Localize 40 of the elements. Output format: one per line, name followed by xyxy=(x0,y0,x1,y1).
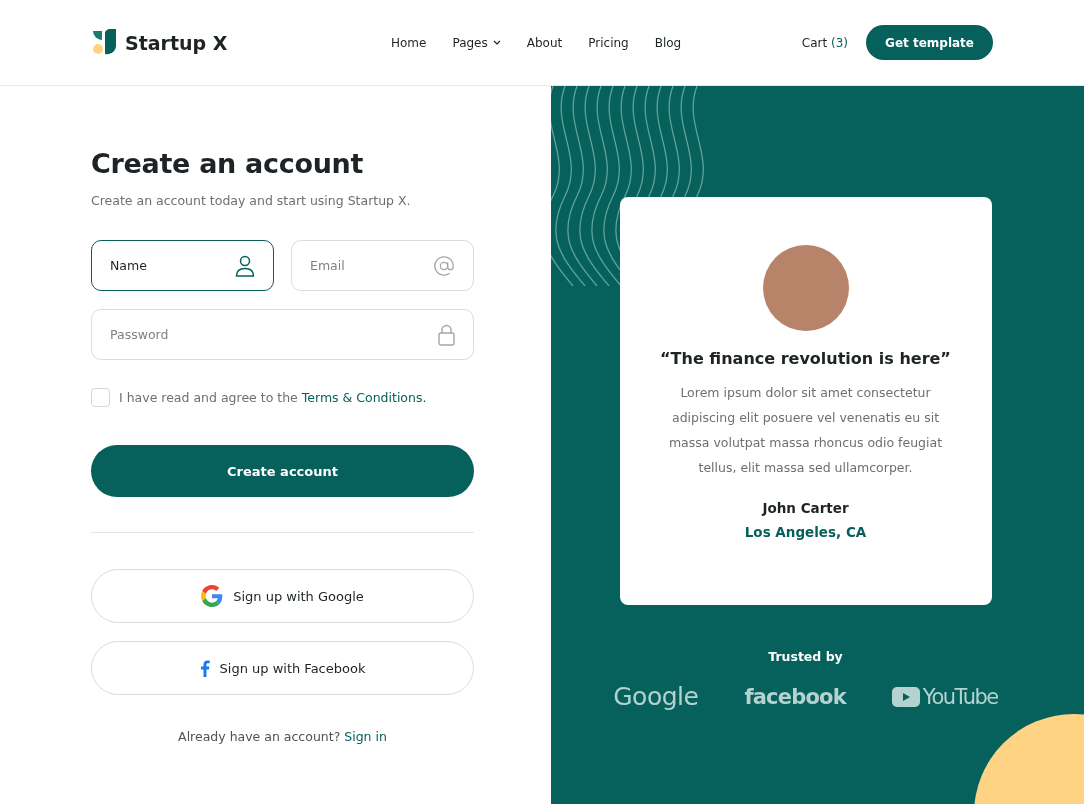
partner-logo: facebook xyxy=(744,684,846,709)
get-template-button[interactable]: Get template xyxy=(866,25,993,60)
testimonial-body: Lorem ipsum dolor sit amet consectetur adipiscing elit posuere vel venenatis eu sit massa volutpat massa rhoncus odio feugiat tellus, elit massa sed ullamcorper. xyxy=(667,384,944,477)
chevron-down-icon xyxy=(492,40,501,45)
partner-logo: Google xyxy=(613,682,699,711)
play-icon xyxy=(891,686,920,707)
sign-in-link[interactable]: Sign in xyxy=(344,729,387,744)
terms-checkbox[interactable] xyxy=(91,388,110,407)
password-input[interactable]: Password xyxy=(110,327,430,342)
author-location: Los Angeles, CA xyxy=(744,524,867,540)
partner-logo: YouTube xyxy=(891,684,998,709)
leaf-logo-icon xyxy=(91,29,117,56)
cart-link[interactable]: Cart (3) xyxy=(801,35,849,50)
google-signup-button[interactable]: Sign up with Google xyxy=(91,569,474,623)
terms-link[interactable]: Terms & Conditions. xyxy=(301,390,427,405)
lock-icon xyxy=(438,323,455,346)
nav-link[interactable]: About xyxy=(526,35,563,50)
email-input[interactable]: Email xyxy=(310,258,425,273)
sign-in-prompt: Already have an account? Sign in xyxy=(177,729,388,744)
password-field[interactable]: Password xyxy=(91,309,474,360)
testimonial-quote: “The finance revolution is here” xyxy=(660,349,951,368)
name-field[interactable]: Name xyxy=(91,240,274,291)
page-title: Create an account xyxy=(91,148,365,179)
nav-link[interactable]: Home xyxy=(391,35,427,50)
name-input[interactable]: Name xyxy=(110,258,227,273)
trusted-by-label: Trusted by xyxy=(768,649,843,664)
facebook-icon xyxy=(199,659,210,677)
google-icon xyxy=(201,585,224,607)
facebook-signup-button[interactable]: Sign up with Facebook xyxy=(91,641,474,695)
person-icon xyxy=(235,254,255,277)
brand-name: Startup X xyxy=(125,31,228,54)
create-account-button[interactable]: Create account xyxy=(91,445,474,497)
email-field[interactable]: Email xyxy=(291,240,474,291)
at-sign-icon xyxy=(433,254,455,277)
nav-link[interactable]: Blog xyxy=(654,35,682,50)
subtitle: Create an account today and start using Startup X. xyxy=(91,193,412,208)
nav-link[interactable]: Pricing xyxy=(588,35,629,50)
author-name: John Carter xyxy=(762,500,849,516)
terms-text: I have read and agree to the Terms & Conditions. xyxy=(119,390,427,405)
nav-link[interactable]: Pages xyxy=(452,35,501,50)
